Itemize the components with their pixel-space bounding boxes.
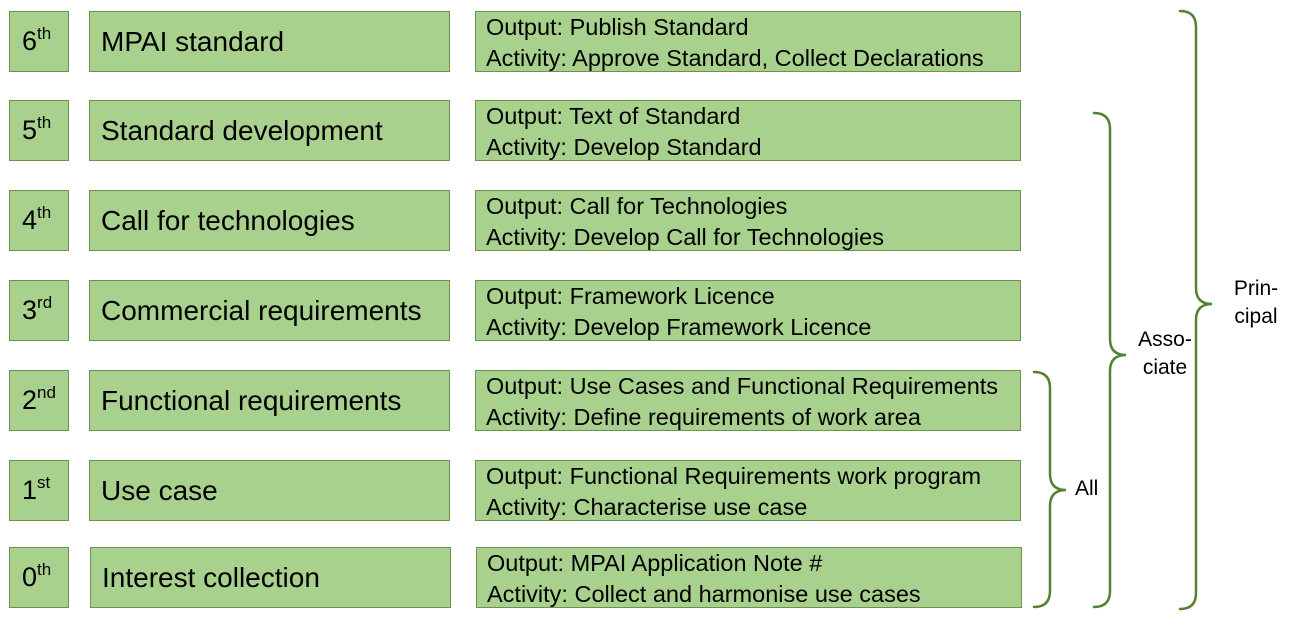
brace-all-label: All <box>1075 477 1099 500</box>
brace-associate-label: Asso- ciate <box>1135 326 1195 382</box>
brace-principal-label-line2: cipal <box>1234 305 1278 328</box>
braces-overlay <box>1032 9 1213 611</box>
brace-associate-label-line2: ciate <box>1142 356 1188 379</box>
brace-associate-label-line1: Asso- <box>1138 328 1192 351</box>
brace-principal <box>1178 9 1213 611</box>
brace-associate <box>1092 111 1127 609</box>
brace-principal-label-line1: Prin- <box>1233 277 1279 300</box>
brace-all <box>1032 370 1067 609</box>
brace-principal-label: Prin- cipal <box>1226 275 1286 331</box>
